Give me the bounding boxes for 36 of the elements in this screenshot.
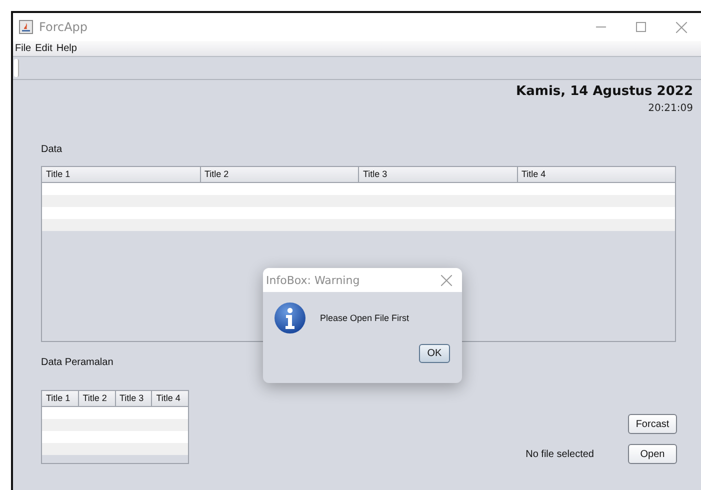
column-header[interactable]: Title 3 [359,167,518,182]
time-label: 20:21:09 [648,103,693,114]
section-label: Data Peramalan [41,357,114,368]
column-header[interactable]: Title 4 [518,167,675,182]
column-header[interactable]: Title 3 [116,391,152,406]
table-row[interactable] [42,195,675,207]
dialog-title: InfoBox: Warning [266,274,361,286]
file-status: No file selected [526,448,594,460]
forecast-button[interactable]: Forcast [628,414,677,434]
column-header[interactable]: Title 4 [152,391,188,406]
column-header[interactable]: Title 2 [78,391,116,406]
open-button[interactable]: Open [628,444,677,464]
dialog-message: Please Open File First [320,313,410,323]
menu-item[interactable]: File [15,43,32,54]
ok-button[interactable]: OK [419,344,450,363]
table-row[interactable] [42,183,675,195]
info-icon [274,302,306,334]
table-row[interactable] [42,419,188,431]
table-row[interactable] [42,207,675,219]
table-row[interactable] [42,407,188,419]
close-icon[interactable] [441,274,452,286]
section-label: Data [41,144,64,155]
maximize-icon[interactable] [636,22,646,32]
close-icon[interactable] [676,22,686,32]
date-label: Kamis, 14 Agustus 2022 [516,84,693,99]
menu-item[interactable]: Help [56,43,77,54]
column-header[interactable]: Title 1 [42,391,79,406]
table-row[interactable] [42,431,188,443]
column-header[interactable]: Title 1 [42,167,200,182]
app-icon [19,20,33,34]
table-row[interactable] [42,443,188,455]
window-title: ForcApp [39,20,89,34]
column-header[interactable]: Title 2 [200,167,359,182]
table-row[interactable] [42,219,675,231]
toolbar-grip[interactable] [14,59,19,77]
menu-item[interactable]: Edit [35,43,52,54]
